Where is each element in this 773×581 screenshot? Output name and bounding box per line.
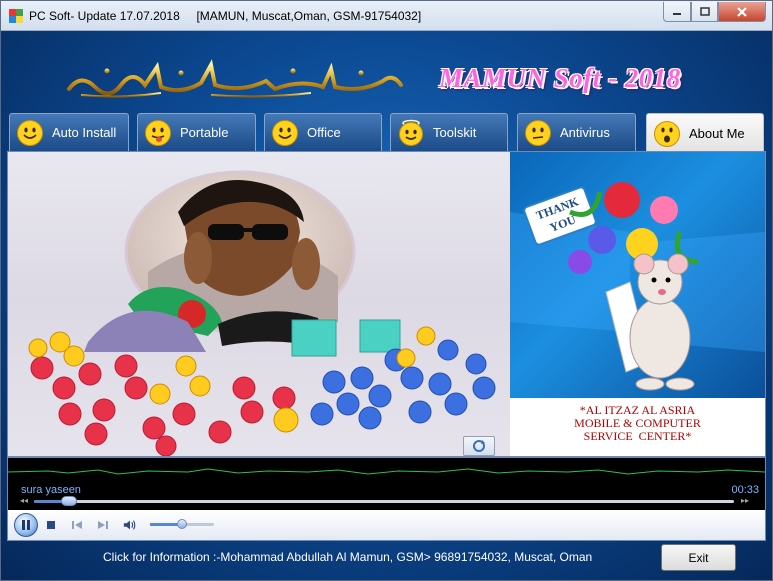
app-icon (9, 9, 23, 23)
refresh-icon (473, 440, 485, 452)
tab-label: Antivirus (560, 125, 610, 140)
tab-bar: Auto Install Portable Office Toolskit An… (1, 113, 772, 153)
audio-waveform (8, 468, 765, 475)
volume-slider[interactable] (150, 519, 214, 529)
smiley-icon (272, 119, 298, 146)
seek-forward-icon: ▸▸ (741, 496, 750, 505)
info-line: SERVICE CENTER* (583, 429, 692, 443)
app-window: PC Soft- Update 17.07.2018 [MAMUN, Musca… (0, 0, 773, 581)
tab-antivirus[interactable]: Antivirus (517, 113, 636, 151)
minimize-button[interactable] (663, 2, 691, 22)
tab-toolskit[interactable]: Toolskit (390, 113, 508, 151)
tab-office[interactable]: Office (264, 113, 382, 151)
title-bar[interactable]: PC Soft- Update 17.07.2018 [MAMUN, Musca… (1, 1, 772, 31)
window-title: PC Soft- Update 17.07.2018 [MAMUN, Musca… (29, 9, 422, 23)
previous-icon (72, 521, 82, 529)
volume-thumb[interactable] (177, 519, 187, 529)
tab-label: About Me (689, 126, 745, 141)
service-center-text: *AL ITZAZ AL ASRIA MOBILE & COMPUTER SER… (510, 404, 765, 443)
minimize-icon (673, 12, 681, 15)
surprised-smiley-icon (654, 120, 680, 147)
pause-button[interactable] (14, 513, 38, 537)
speaker-icon (123, 520, 136, 530)
mute-button[interactable] (123, 518, 137, 532)
header-banner: MAMUN Soft - 2018 (1, 31, 772, 111)
refresh-button[interactable] (463, 436, 495, 456)
thank-you-mouse-art: THANK YOU (510, 182, 765, 391)
thank-you-mouse-image: THANK YOU (510, 152, 765, 398)
exit-button[interactable]: Exit (661, 544, 736, 571)
stop-button[interactable] (44, 518, 58, 532)
close-button[interactable] (718, 2, 766, 22)
tab-label: Toolskit (433, 125, 477, 140)
stop-icon (47, 521, 55, 529)
seek-back-icon: ◂◂ (20, 496, 29, 505)
side-panel: THANK YOU *AL ITZAZ AL ASRIA MOBILE & CO… (510, 152, 765, 456)
tab-portable[interactable]: Portable (137, 113, 256, 151)
player-controls (8, 510, 765, 540)
seek-bar[interactable]: ◂◂ ▸▸ (8, 494, 765, 508)
heart-reactions (30, 354, 296, 456)
seek-track[interactable] (34, 496, 734, 506)
tab-about-me[interactable]: About Me (646, 113, 764, 153)
tab-auto-install[interactable]: Auto Install (9, 113, 129, 151)
previous-button[interactable] (70, 518, 84, 532)
seek-thumb[interactable] (61, 496, 77, 506)
next-button[interactable] (96, 518, 110, 532)
close-icon (737, 6, 747, 17)
client-area: MAMUN Soft - 2018 Auto Install Portable (1, 31, 772, 580)
smiley-icon (17, 119, 43, 146)
maximize-icon (699, 6, 710, 16)
profile-photo-image (28, 170, 496, 456)
pause-icon (22, 520, 30, 530)
tongue-smiley-icon (145, 119, 171, 146)
brand-title: MAMUN Soft - 2018 (439, 63, 681, 93)
about-content-panel: THANK YOU *AL ITZAZ AL ASRIA MOBILE & CO… (7, 151, 766, 457)
tab-label: Auto Install (52, 125, 117, 140)
next-icon (98, 521, 108, 529)
tab-label: Office (307, 125, 341, 140)
tab-label: Portable (180, 125, 229, 140)
neutral-smiley-icon (525, 119, 551, 146)
angel-smiley-icon (399, 119, 423, 146)
bismillah-calligraphy-icon (67, 59, 403, 98)
author-info-link[interactable]: Click for Information :-Mohammad Abdulla… (103, 550, 592, 564)
maximize-button[interactable] (691, 2, 718, 22)
media-player: sura yaseen 00:33 ◂◂ ▸▸ (7, 457, 766, 541)
profile-photo (8, 152, 510, 456)
